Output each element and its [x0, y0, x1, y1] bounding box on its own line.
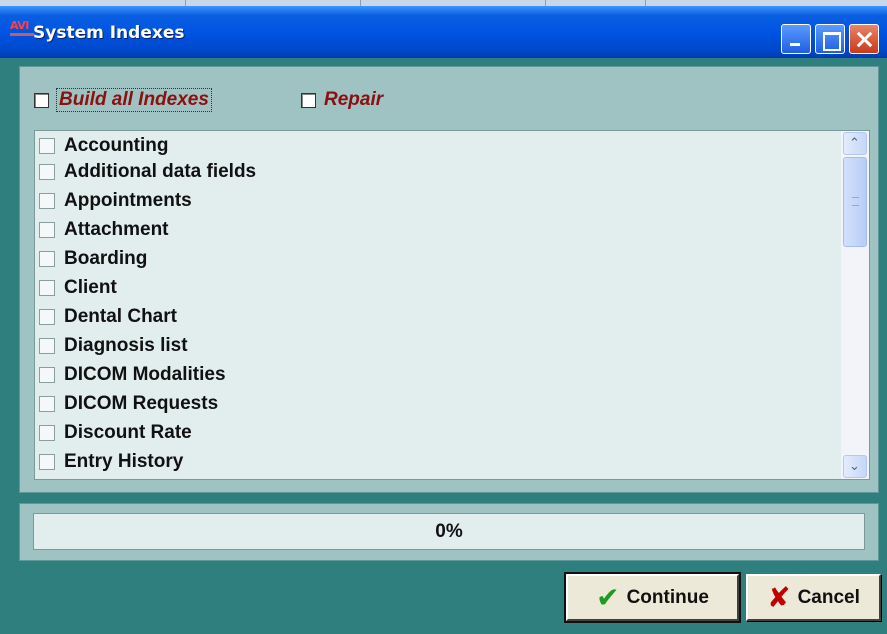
list-item-checkbox[interactable]: [39, 425, 55, 441]
progress-bar: 0%: [33, 513, 865, 550]
cancel-button[interactable]: ✘ Cancel: [746, 574, 881, 621]
list-item-label: Appointments: [64, 190, 192, 211]
list-item-checkbox[interactable]: [39, 222, 55, 238]
chevron-down-icon: ⌄: [849, 459, 860, 474]
index-selection-panel: Build all Indexes Repair Accounting Addi…: [19, 66, 879, 493]
list-item-checkbox[interactable]: [39, 396, 55, 412]
list-item-checkbox[interactable]: [39, 309, 55, 325]
dialog-body: Build all Indexes Repair Accounting Addi…: [6, 58, 887, 634]
cancel-label: Cancel: [797, 586, 860, 608]
progress-text: 0%: [435, 521, 463, 542]
list-item[interactable]: Appointments: [39, 188, 192, 214]
list-item-checkbox[interactable]: [39, 251, 55, 267]
list-item-checkbox[interactable]: [39, 138, 55, 154]
progress-panel: 0%: [19, 503, 879, 561]
logo-text: AVI: [10, 19, 29, 32]
list-item-label: Additional data fields: [64, 161, 257, 182]
list-item[interactable]: Entry History: [39, 449, 183, 475]
list-item-label: DICOM Modalities: [64, 364, 226, 385]
list-item-label: Discount Rate: [64, 422, 192, 443]
list-item[interactable]: Boarding: [39, 246, 147, 272]
list-item[interactable]: Accounting: [39, 133, 169, 159]
list-item-checkbox[interactable]: [39, 338, 55, 354]
list-item[interactable]: DICOM Requests: [39, 391, 218, 417]
list-item-label: Entry History: [64, 451, 184, 472]
list-item[interactable]: Client: [39, 275, 117, 301]
list-item[interactable]: Discount Rate: [39, 420, 192, 446]
list-item[interactable]: Additional data fields: [39, 159, 256, 185]
list-scrollbar[interactable]: ⌃ ⌄: [841, 131, 869, 479]
list-item[interactable]: Dental Chart: [39, 304, 177, 330]
scroll-up-button[interactable]: ⌃: [843, 132, 867, 155]
title-bar[interactable]: AVI System Indexes: [0, 6, 887, 58]
x-mark-icon: ✘: [767, 580, 791, 614]
list-item-label: Attachment: [64, 219, 169, 240]
continue-button[interactable]: ✔ Continue: [564, 572, 741, 623]
list-item-checkbox[interactable]: [39, 280, 55, 296]
build-all-indexes-label[interactable]: Build all Indexes: [56, 88, 212, 112]
list-item-label: Boarding: [64, 248, 148, 269]
list-item-checkbox[interactable]: [39, 454, 55, 470]
list-item-label: DICOM Requests: [64, 393, 219, 414]
repair-checkbox[interactable]: [301, 92, 316, 108]
index-list[interactable]: Accounting Additional data fields Appoin…: [34, 130, 870, 480]
list-item-checkbox[interactable]: [39, 164, 55, 180]
list-item-label: Diagnosis list: [64, 335, 188, 356]
maximize-button[interactable]: [815, 24, 845, 54]
chevron-up-icon: ⌃: [849, 136, 860, 151]
build-all-indexes-checkbox[interactable]: [34, 92, 49, 108]
repair-option[interactable]: Repair: [301, 89, 383, 111]
list-item-label: Dental Chart: [64, 306, 177, 327]
list-item-label: Accounting: [64, 135, 169, 156]
list-item-checkbox[interactable]: [39, 193, 55, 209]
list-item[interactable]: DICOM Modalities: [39, 362, 226, 388]
minimize-button[interactable]: [781, 24, 811, 54]
list-item[interactable]: Diagnosis list: [39, 333, 188, 359]
close-button[interactable]: [849, 24, 879, 54]
window-title: System Indexes: [33, 23, 185, 43]
build-all-indexes-option[interactable]: Build all Indexes: [34, 88, 212, 112]
continue-label: Continue: [626, 586, 709, 608]
scroll-down-button[interactable]: ⌄: [843, 455, 867, 478]
list-item-label: Client: [64, 277, 117, 298]
repair-label[interactable]: Repair: [324, 89, 383, 111]
checkmark-icon: ✔: [596, 580, 620, 614]
scroll-thumb[interactable]: [843, 157, 867, 247]
list-item[interactable]: Attachment: [39, 217, 169, 243]
list-item-checkbox[interactable]: [39, 367, 55, 383]
